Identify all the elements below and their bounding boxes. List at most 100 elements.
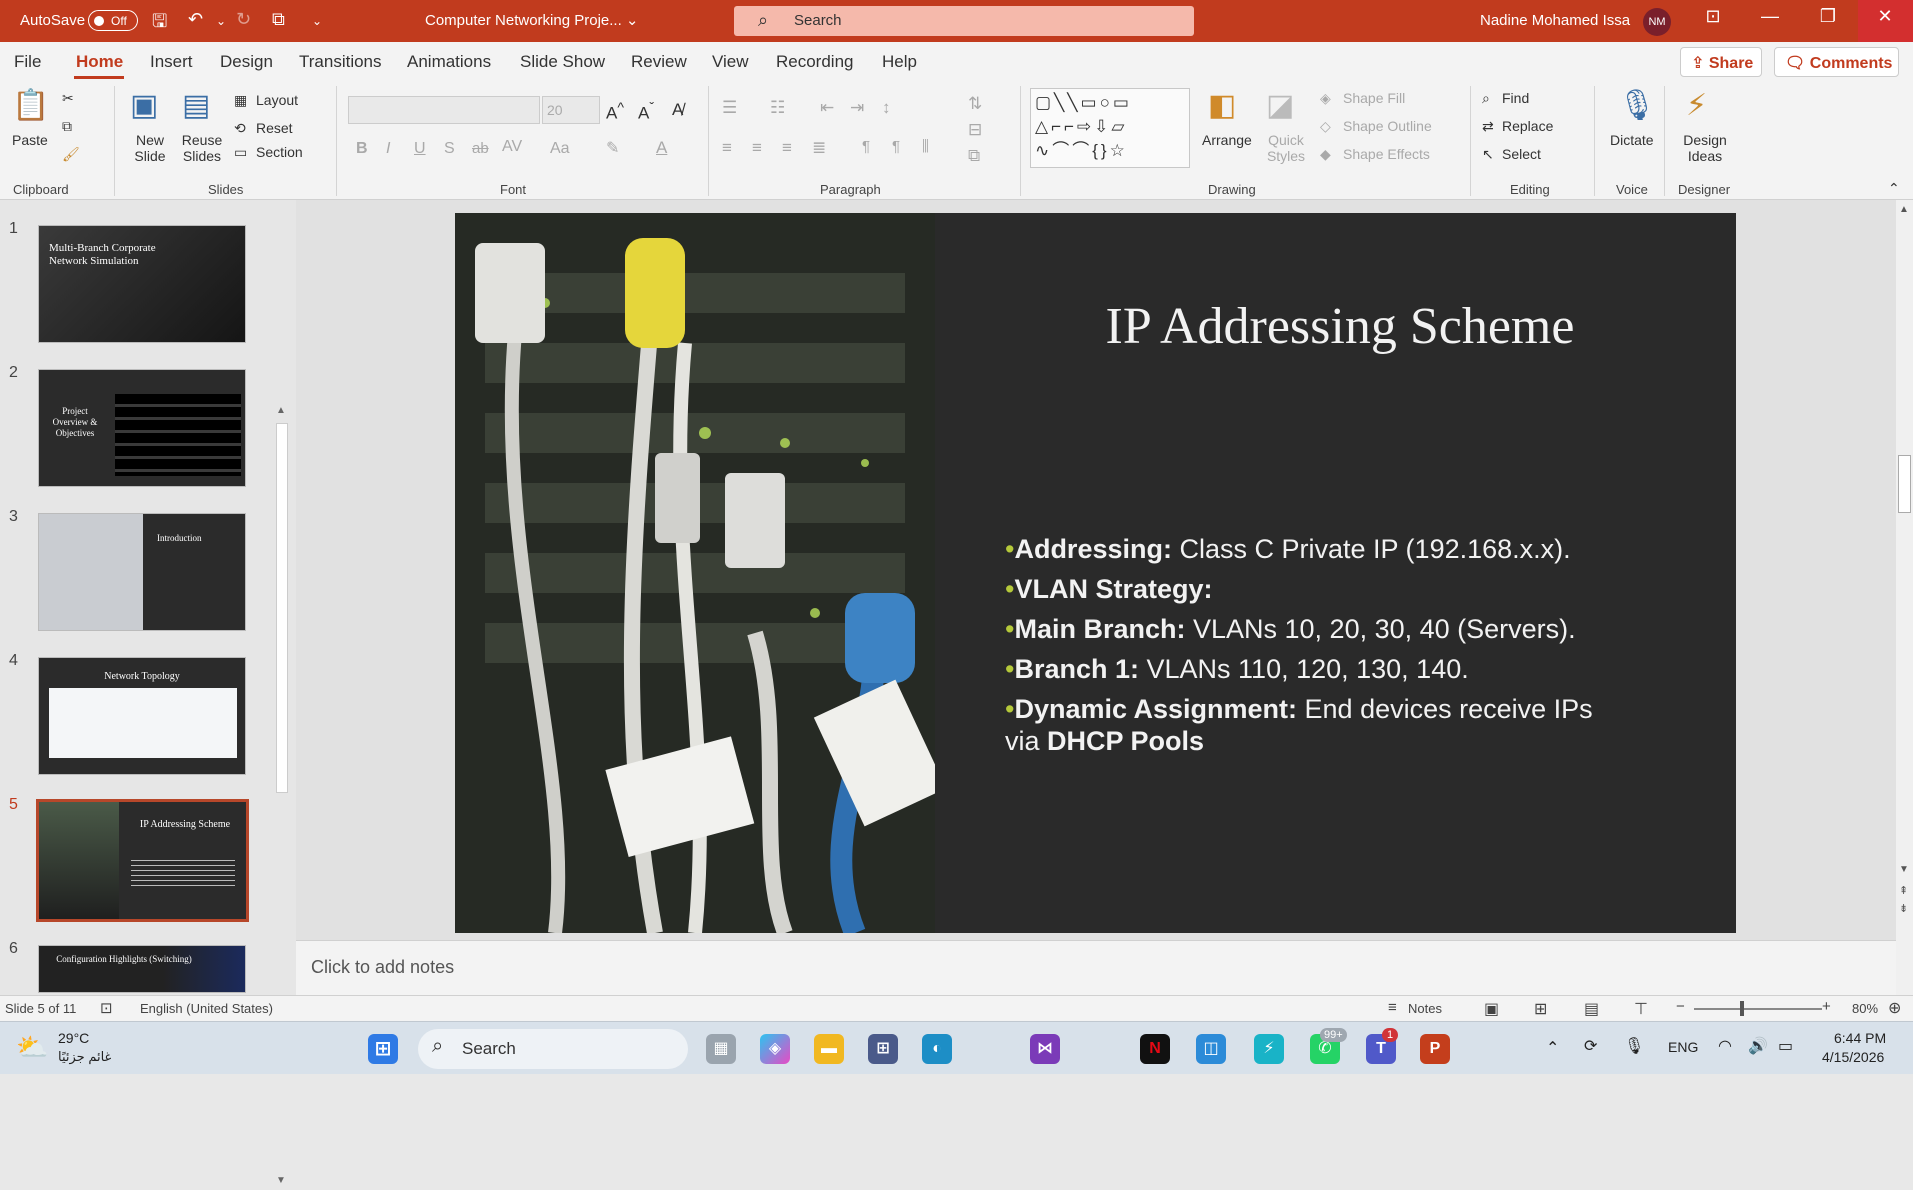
microsoft-store-icon[interactable]: ⊞ [868,1034,898,1064]
dictate-button[interactable]: Dictate [1610,132,1654,148]
show-hidden-icons[interactable]: ⌃ [1546,1038,1559,1058]
highlight-icon[interactable]: ✎ [606,138,619,158]
numbering-icon[interactable]: ☷ [770,98,785,118]
scroll-down-icon[interactable]: ▼ [276,1175,286,1186]
reading-view-icon[interactable]: ▤ [1584,999,1599,1019]
wifi-icon[interactable]: ◠ [1718,1036,1732,1056]
weather-icon[interactable]: ⛅ [16,1032,48,1063]
line-spacing-icon[interactable]: ↕ [882,98,891,118]
bold-icon[interactable]: B [356,140,368,158]
shapes-gallery[interactable]: ▢╲╲▭○▭ △⌐⌐⇨⇩▱ ∿⌒⌒{}☆ [1030,88,1190,168]
slide-bullet-list[interactable]: •Addressing: Class C Private IP (192.168… [1005,529,1605,757]
fit-slide-icon[interactable]: ⊕ [1888,998,1901,1018]
windows-start-icon[interactable]: ⊞ [368,1034,398,1064]
ltr-icon[interactable]: ¶ [862,138,870,155]
copy-icon[interactable]: ⧉ [62,118,72,135]
slideshow-icon[interactable]: ⊤ [1634,999,1648,1019]
slide-5[interactable]: IP Addressing Scheme •Addressing: Class … [455,213,1736,933]
layout-button[interactable]: Layout [256,92,298,108]
zoom-level[interactable]: 80% [1852,1001,1878,1016]
document-title[interactable]: Computer Networking Proje... ⌄ [425,11,639,29]
tab-view[interactable]: View [712,52,749,72]
paste-icon[interactable]: 📋 [12,88,49,123]
autosave-toggle[interactable]: Off [88,10,138,31]
slide-scrollbar[interactable]: ▲ ▼ ⇞ ⇟ [1896,200,1913,995]
language-status[interactable]: English (United States) [140,1001,273,1016]
italic-icon[interactable]: I [386,140,390,158]
strikethrough-icon[interactable]: ab [472,140,489,157]
replace-button[interactable]: Replace [1502,118,1553,134]
undo-icon[interactable]: ↶ [188,9,203,30]
rtl-icon[interactable]: ¶ [892,138,900,155]
task-view-icon[interactable]: ▦ [706,1034,736,1064]
find-button[interactable]: Find [1502,90,1529,106]
notes-toggle[interactable]: Notes [1408,1001,1442,1016]
tab-help[interactable]: Help [882,52,917,72]
scroll-down-icon[interactable]: ▼ [1899,864,1909,875]
weather-temp[interactable]: 29°C [58,1030,89,1046]
input-language[interactable]: ENG [1668,1039,1698,1055]
arrange-icon[interactable]: ◧ [1208,88,1236,123]
netflix-icon[interactable]: N [1140,1034,1170,1064]
reuse-slides-icon[interactable]: ▤ [182,88,210,123]
new-slide-icon[interactable]: ▣ [130,88,158,123]
font-size-combobox[interactable]: 20 [542,96,600,124]
align-right-icon[interactable]: ≡ [782,138,792,158]
notes-placeholder[interactable]: Click to add notes [311,957,454,978]
slide-thumbnail-6[interactable]: Configuration Highlights (Switching) [38,945,246,993]
restore-icon[interactable]: ❐ [1808,6,1848,27]
tab-file[interactable]: File [14,52,41,72]
comments-button[interactable]: 🗨 Comments [1774,47,1899,77]
save-icon[interactable]: 🖫 [152,9,167,39]
new-slide-button[interactable]: New Slide [128,132,172,164]
sync-icon[interactable]: ⟳ [1584,1036,1597,1056]
slide-title[interactable]: IP Addressing Scheme [995,297,1685,356]
tab-design[interactable]: Design [220,52,273,72]
slide-sorter-icon[interactable]: ⊞ [1534,999,1547,1019]
scrollbar-thumb[interactable] [1898,455,1911,513]
tab-transitions[interactable]: Transitions [299,52,382,72]
slide-thumbnail-4[interactable]: Network Topology [38,657,246,775]
select-button[interactable]: Select [1502,146,1541,162]
format-painter-icon[interactable]: 🖌 [62,146,80,163]
paste-button[interactable]: Paste [12,132,48,148]
user-name[interactable]: Nadine Mohamed Issa [1480,12,1630,29]
microphone-icon[interactable]: 🎙 [1618,88,1656,123]
slide-thumbnail-1[interactable]: Multi-Branch Corporate Network Simulatio… [38,225,246,343]
font-color-icon[interactable]: A [656,138,667,158]
scroll-up-icon[interactable]: ▲ [276,405,286,416]
file-explorer-icon[interactable]: ▬ [814,1034,844,1064]
share-button[interactable]: ⇪ Share [1680,47,1762,77]
network-app-icon[interactable]: ◫ [1196,1034,1226,1064]
clock-time[interactable]: 6:44 PM [1834,1030,1886,1046]
avatar[interactable]: NM [1643,8,1671,36]
tab-recording[interactable]: Recording [776,52,854,72]
normal-view-icon[interactable]: ▣ [1484,999,1499,1019]
volume-icon[interactable]: 🔊 [1748,1036,1768,1056]
font-name-combobox[interactable] [348,96,540,124]
accessibility-icon[interactable]: ⊡ [100,999,113,1017]
character-spacing-icon[interactable]: AV [502,138,522,156]
design-ideas-button[interactable]: Design Ideas [1680,132,1730,164]
reuse-slides-button[interactable]: Reuse Slides [180,132,224,164]
notes-pane[interactable]: Click to add notes [296,940,1896,995]
undo-dropdown-icon[interactable]: ⌄ [216,14,226,28]
section-button[interactable]: Section [256,144,303,160]
tab-review[interactable]: Review [631,52,687,72]
next-slide-icon[interactable]: ⇟ [1899,902,1908,915]
search-box[interactable]: ⌕ Search [734,6,1194,36]
copilot-icon[interactable]: ◈ [760,1034,790,1064]
tab-animations[interactable]: Animations [407,52,491,72]
increase-font-icon[interactable]: A^ [606,100,624,124]
slide-thumbnail-3[interactable]: Introduction [38,513,246,631]
design-ideas-icon[interactable]: ⚡ [1686,88,1707,123]
align-text-icon[interactable]: ⊟ [968,120,982,140]
tab-home[interactable]: Home [76,52,123,72]
slide-thumbnail-2[interactable]: Project Overview & Objectives [38,369,246,487]
slide-thumbnail-5[interactable]: IP Addressing Scheme [36,799,249,922]
zoom-slider-handle[interactable] [1740,1001,1744,1016]
powerpoint-icon[interactable]: P [1420,1034,1450,1064]
increase-indent-icon[interactable]: ⇥ [850,98,864,118]
clock-date[interactable]: 4/15/2026 [1822,1049,1884,1065]
zoom-out-icon[interactable]: − [1676,998,1685,1015]
